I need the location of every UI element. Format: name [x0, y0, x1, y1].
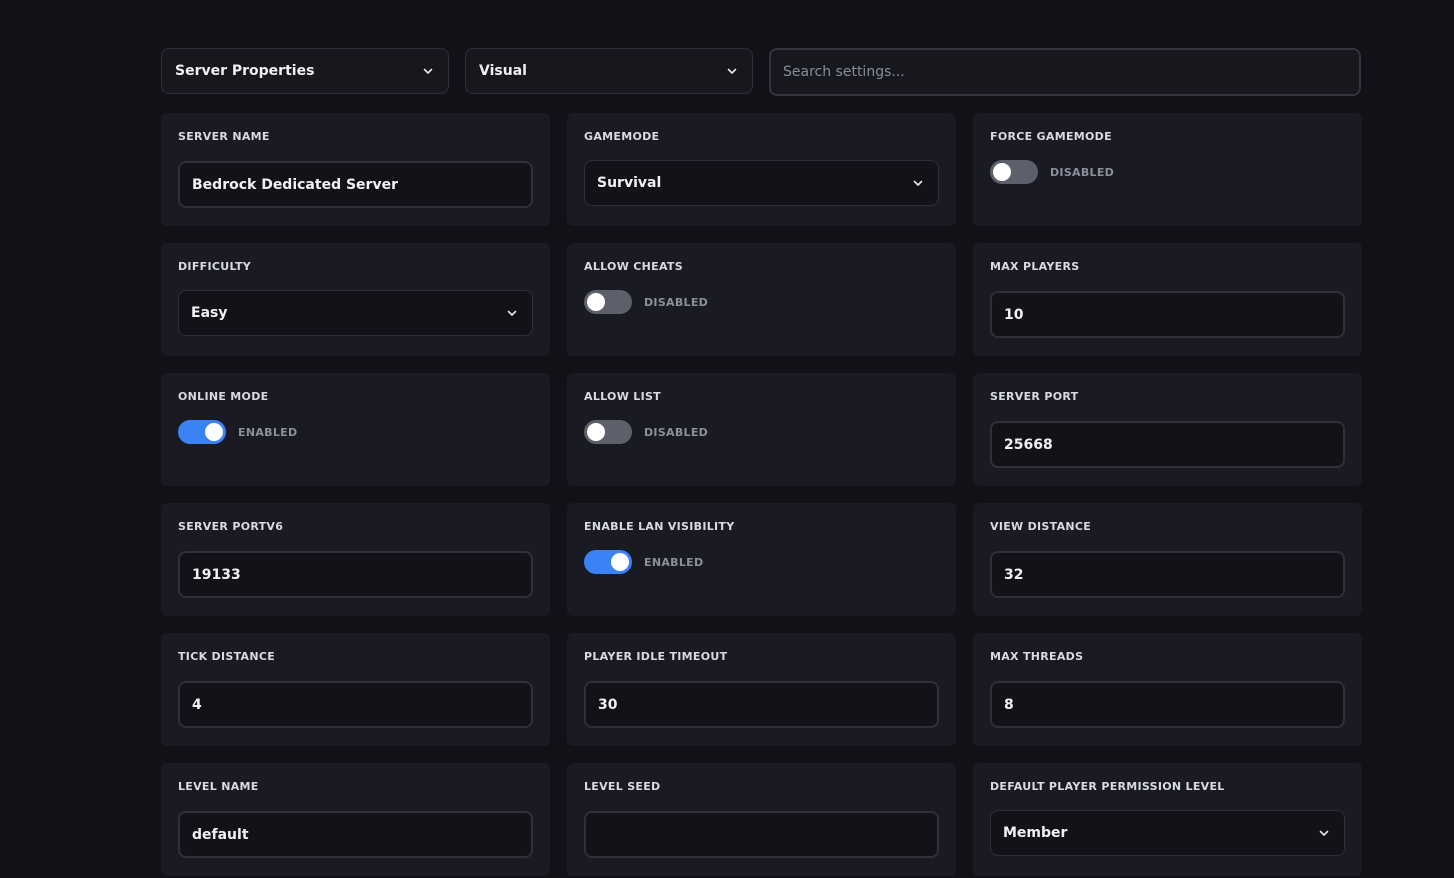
force-gamemode-toggle[interactable] — [990, 160, 1038, 184]
difficulty-select[interactable]: Easy — [178, 290, 533, 336]
toggle-state-text: ENABLED — [238, 425, 298, 439]
toggle-state-text: DISABLED — [644, 425, 709, 439]
setting-card-gamemode: GAMEMODE Survival — [567, 113, 956, 226]
level-name-input[interactable]: default — [178, 811, 533, 858]
toggle-knob — [587, 423, 605, 441]
view-distance-input[interactable]: 32 — [990, 551, 1345, 598]
setting-card-difficulty: DIFFICULTY Easy — [161, 243, 550, 356]
setting-label: LEVEL SEED — [584, 780, 661, 793]
setting-card-max-threads: MAX THREADS 8 — [973, 633, 1362, 746]
default-player-permission-level-select[interactable]: Member — [990, 810, 1345, 856]
view-mode-select-value: Visual — [479, 63, 527, 79]
server-port-input[interactable]: 25668 — [990, 421, 1345, 468]
enable-lan-visibility-toggle[interactable] — [584, 550, 632, 574]
toggle-knob — [205, 423, 223, 441]
gamemode-select-value: Survival — [597, 175, 662, 191]
setting-card-view-distance: VIEW DISTANCE 32 — [973, 503, 1362, 616]
max-players-input[interactable]: 10 — [990, 291, 1345, 338]
difficulty-select-value: Easy — [191, 305, 228, 321]
setting-card-max-players: MAX PLAYERS 10 — [973, 243, 1362, 356]
chevron-down-icon — [422, 65, 434, 77]
setting-label: SERVER PORT — [990, 390, 1079, 403]
toolbar: Server Properties Visual — [161, 48, 1361, 96]
setting-label: MAX PLAYERS — [990, 260, 1080, 273]
toggle-knob — [611, 553, 629, 571]
category-select[interactable]: Server Properties — [161, 48, 449, 94]
setting-card-level-name: LEVEL NAME default — [161, 763, 550, 876]
setting-card-level-seed: LEVEL SEED — [567, 763, 956, 876]
setting-card-allow-cheats: ALLOW CHEATS DISABLED — [567, 243, 956, 356]
setting-card-player-idle-timeout: PLAYER IDLE TIMEOUT 30 — [567, 633, 956, 746]
setting-label: DEFAULT PLAYER PERMISSION LEVEL — [990, 780, 1225, 793]
toggle-state-text: DISABLED — [1050, 165, 1115, 179]
search-input[interactable] — [769, 48, 1361, 96]
category-select-value: Server Properties — [175, 63, 315, 79]
setting-card-allow-list: ALLOW LIST DISABLED — [567, 373, 956, 486]
setting-label: ONLINE MODE — [178, 390, 269, 403]
setting-label: ALLOW LIST — [584, 390, 661, 403]
allow-list-toggle-row: DISABLED — [584, 420, 939, 444]
toggle-state-text: ENABLED — [644, 555, 704, 569]
settings-grid: SERVER NAME Bedrock Dedicated Server GAMEM… — [161, 113, 1362, 876]
setting-label: TICK DISTANCE — [178, 650, 276, 663]
setting-label: SERVER PORTV6 — [178, 520, 284, 533]
toggle-knob — [993, 163, 1011, 181]
server-name-input[interactable]: Bedrock Dedicated Server — [178, 161, 533, 208]
setting-card-online-mode: ONLINE MODE ENABLED — [161, 373, 550, 486]
max-threads-input[interactable]: 8 — [990, 681, 1345, 728]
allow-cheats-toggle-row: DISABLED — [584, 290, 939, 314]
enable-lan-visibility-toggle-row: ENABLED — [584, 550, 939, 574]
setting-label: ALLOW CHEATS — [584, 260, 683, 273]
toggle-knob — [587, 293, 605, 311]
allow-list-toggle[interactable] — [584, 420, 632, 444]
online-mode-toggle-row: ENABLED — [178, 420, 533, 444]
setting-label: VIEW DISTANCE — [990, 520, 1092, 533]
level-seed-input[interactable] — [584, 811, 939, 858]
gamemode-select[interactable]: Survival — [584, 160, 939, 206]
setting-label: DIFFICULTY — [178, 260, 252, 273]
server-portv6-input[interactable]: 19133 — [178, 551, 533, 598]
chevron-down-icon — [506, 307, 518, 319]
chevron-down-icon — [1318, 827, 1330, 839]
view-mode-select[interactable]: Visual — [465, 48, 753, 94]
setting-card-force-gamemode: FORCE GAMEMODE DISABLED — [973, 113, 1362, 226]
setting-card-server-name: SERVER NAME Bedrock Dedicated Server — [161, 113, 550, 226]
setting-card-tick-distance: TICK DISTANCE 4 — [161, 633, 550, 746]
setting-label: PLAYER IDLE TIMEOUT — [584, 650, 728, 663]
chevron-down-icon — [912, 177, 924, 189]
default-player-permission-level-select-value: Member — [1003, 825, 1068, 841]
setting-card-server-portv6: SERVER PORTV6 19133 — [161, 503, 550, 616]
setting-card-default-player-permission-level: DEFAULT PLAYER PERMISSION LEVEL Member — [973, 763, 1362, 876]
player-idle-timeout-input[interactable]: 30 — [584, 681, 939, 728]
setting-card-enable-lan-visibility: ENABLE LAN VISIBILITY ENABLED — [567, 503, 956, 616]
setting-label: MAX THREADS — [990, 650, 1084, 663]
setting-label: GAMEMODE — [584, 130, 660, 143]
setting-label: SERVER NAME — [178, 130, 270, 143]
toggle-state-text: DISABLED — [644, 295, 709, 309]
setting-label: ENABLE LAN VISIBILITY — [584, 520, 735, 533]
setting-card-server-port: SERVER PORT 25668 — [973, 373, 1362, 486]
force-gamemode-toggle-row: DISABLED — [990, 160, 1345, 184]
allow-cheats-toggle[interactable] — [584, 290, 632, 314]
tick-distance-input[interactable]: 4 — [178, 681, 533, 728]
setting-label: FORCE GAMEMODE — [990, 130, 1112, 143]
online-mode-toggle[interactable] — [178, 420, 226, 444]
setting-label: LEVEL NAME — [178, 780, 259, 793]
chevron-down-icon — [726, 65, 738, 77]
